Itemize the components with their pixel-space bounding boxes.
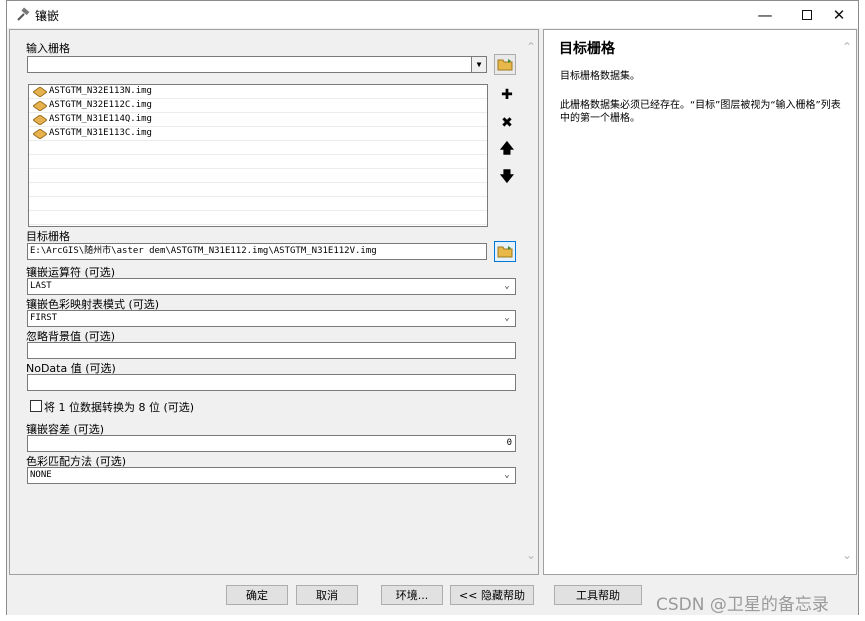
scroll-up-icon[interactable]: ⌃ <box>526 40 536 54</box>
target-raster-field[interactable]: E:\ArcGIS\随州市\aster dem\ASTGTM_N31E112.i… <box>27 243 487 260</box>
list-item-label: ASTGTM_N31E114Q.img <box>49 114 152 124</box>
mosaic-operator-value: LAST <box>30 281 52 291</box>
ignore-bg-field[interactable] <box>27 342 516 359</box>
list-item-label: ASTGTM_N31E113C.img <box>49 128 152 138</box>
chevron-down-icon: ⌄ <box>504 470 510 480</box>
empty-row <box>29 183 487 197</box>
scroll-down-icon[interactable]: ⌄ <box>842 548 852 562</box>
empty-row <box>29 141 487 155</box>
tool-help-button[interactable]: 工具帮助 <box>554 585 642 605</box>
scroll-up-icon[interactable]: ⌃ <box>842 40 852 54</box>
target-raster-value: E:\ArcGIS\随州市\aster dem\ASTGTM_N31E112.i… <box>30 246 377 256</box>
hide-help-button[interactable]: << 隐藏帮助 <box>450 585 534 605</box>
tolerance-field[interactable]: 0 <box>27 435 516 452</box>
mosaic-dialog: 镶嵌 — ✕ 输入栅格 ▼ ASTGTM_N32E113N.img ASTGTM… <box>6 0 859 615</box>
help-title: 目标栅格 <box>559 41 615 57</box>
mosaic-operator-select[interactable]: LAST ⌄ <box>27 278 516 295</box>
folder-icon <box>497 246 513 258</box>
ok-button[interactable]: 确定 <box>226 585 288 605</box>
title-bar: 镶嵌 — ✕ <box>7 1 858 28</box>
minimize-button[interactable]: — <box>744 1 786 28</box>
target-raster-label: 目标栅格 <box>26 230 70 243</box>
browse-input-button[interactable] <box>494 54 516 75</box>
close-icon: ✕ <box>832 5 846 24</box>
colormap-mode-value: FIRST <box>30 313 58 323</box>
color-match-select[interactable]: NONE ⌄ <box>27 467 516 484</box>
maximize-icon <box>802 9 812 20</box>
list-item[interactable]: ASTGTM_N32E113N.img <box>29 85 487 99</box>
minimize-icon: — <box>757 5 773 24</box>
chevron-down-icon[interactable]: ▼ <box>471 57 486 72</box>
hammer-icon <box>15 7 31 23</box>
input-raster-combo[interactable]: ▼ <box>27 56 487 73</box>
remove-button[interactable]: ✖ <box>497 113 517 133</box>
raster-list[interactable]: ASTGTM_N32E113N.img ASTGTM_N32E112C.img … <box>28 84 488 227</box>
nodata-field[interactable] <box>27 374 516 391</box>
colormap-mode-select[interactable]: FIRST ⌄ <box>27 310 516 327</box>
empty-row <box>29 211 487 225</box>
empty-row <box>29 155 487 169</box>
list-item[interactable]: ASTGTM_N31E114Q.img <box>29 113 487 127</box>
move-down-button[interactable]: 🡇 <box>497 168 517 188</box>
add-button[interactable]: ✚ <box>497 85 517 105</box>
arrow-up-icon: 🡅 <box>499 141 515 157</box>
chevron-down-icon: ⌄ <box>504 281 510 291</box>
raster-icon <box>33 87 47 97</box>
help-pane: 目标栅格 目标栅格数据集。 此栅格数据集必须已经存在。“目标”图层被视为“输入栅… <box>543 29 857 575</box>
raster-icon <box>33 129 47 139</box>
help-line-1: 目标栅格数据集。 <box>560 71 640 82</box>
arrow-down-icon: 🡇 <box>499 169 515 185</box>
list-item[interactable]: ASTGTM_N32E112C.img <box>29 99 487 113</box>
parameters-pane: 输入栅格 ▼ ASTGTM_N32E113N.img ASTGTM_N32E11… <box>9 29 539 575</box>
close-button[interactable]: ✕ <box>818 1 860 28</box>
convert-1bit-checkbox[interactable] <box>30 400 42 412</box>
watermark: CSDN @卫星的备忘录 <box>656 595 829 615</box>
help-line-2: 此栅格数据集必须已经存在。“目标”图层被视为“输入栅格”列表中的第一个栅格。 <box>560 100 841 124</box>
tolerance-value: 0 <box>506 438 512 448</box>
cancel-button[interactable]: 取消 <box>296 585 358 605</box>
color-match-value: NONE <box>30 470 52 480</box>
list-item-label: ASTGTM_N32E112C.img <box>49 100 152 110</box>
x-icon: ✖ <box>501 115 513 131</box>
chevron-down-icon: ⌄ <box>504 313 510 323</box>
empty-row <box>29 169 487 183</box>
scroll-down-icon[interactable]: ⌄ <box>526 548 536 562</box>
environments-button[interactable]: 环境... <box>381 585 443 605</box>
empty-row <box>29 197 487 211</box>
list-item[interactable]: ASTGTM_N31E113C.img <box>29 127 487 141</box>
window-title: 镶嵌 <box>35 9 60 23</box>
plus-icon: ✚ <box>501 87 513 103</box>
raster-icon <box>33 115 47 125</box>
list-item-label: ASTGTM_N32E113N.img <box>49 86 152 96</box>
folder-icon <box>497 59 513 71</box>
move-up-button[interactable]: 🡅 <box>497 140 517 160</box>
input-raster-label: 输入栅格 <box>26 42 70 55</box>
browse-target-button[interactable] <box>494 241 516 262</box>
raster-icon <box>33 101 47 111</box>
convert-1bit-label: 将 1 位数据转换为 8 位 (可选) <box>44 401 195 414</box>
